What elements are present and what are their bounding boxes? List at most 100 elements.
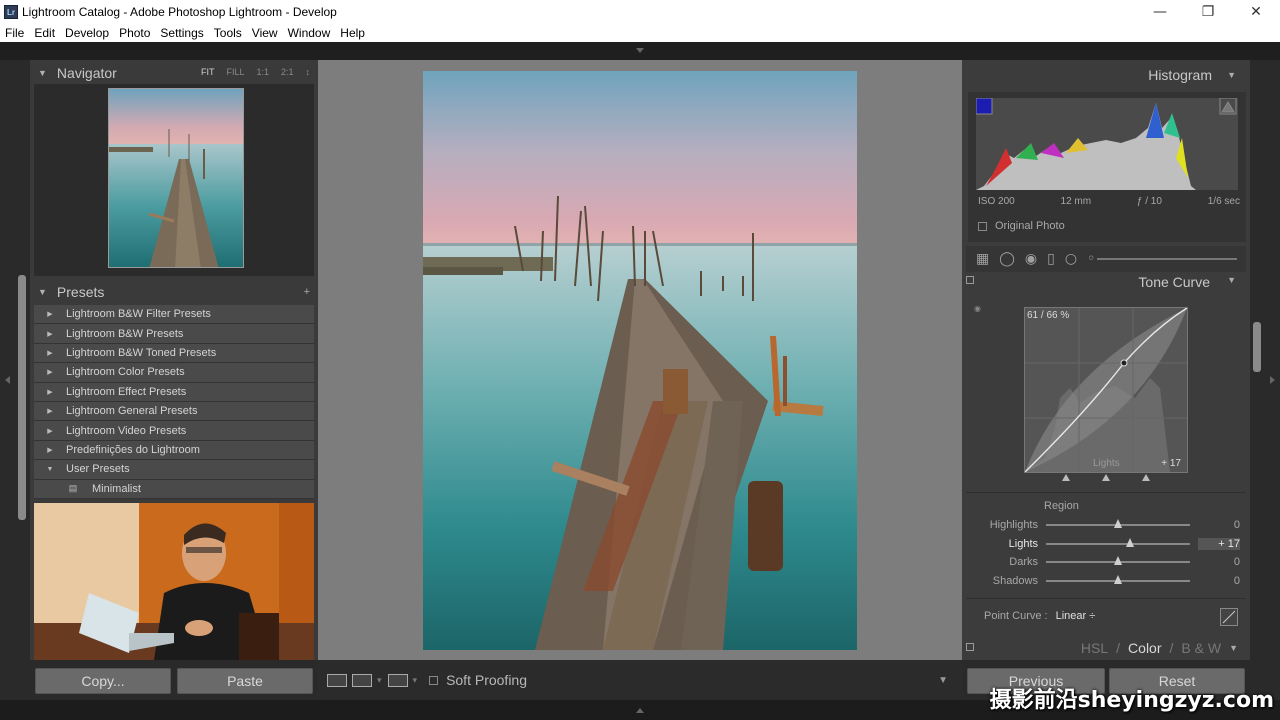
adjustment-brush-icon[interactable]: ◦ — [1087, 251, 1095, 267]
lights-slider[interactable]: Lights + 17 — [970, 535, 1242, 553]
menu-edit[interactable]: Edit — [29, 26, 60, 40]
tone-curve-graph[interactable]: 61 / 66 % Lights + 17 — [1024, 307, 1188, 473]
slider-track[interactable] — [1046, 519, 1190, 528]
split-point-handle[interactable] — [1102, 474, 1110, 481]
slider-track[interactable] — [1046, 538, 1190, 547]
panel-switch-icon[interactable] — [966, 643, 974, 651]
preset-item-minimalist[interactable]: ▤ Minimalist — [34, 479, 314, 499]
tab-color[interactable]: Color — [1128, 640, 1161, 656]
collapse-triangle-icon[interactable]: ▼ — [38, 68, 47, 78]
preset-folder[interactable]: ▶ Lightroom General Presets — [34, 401, 314, 422]
slider-thumb[interactable] — [1126, 538, 1135, 547]
expand-arrow-icon[interactable]: ▶ — [34, 407, 66, 415]
top-panel-strip[interactable] — [0, 42, 1280, 60]
slider-track[interactable] — [1046, 575, 1190, 584]
menu-window[interactable]: Window — [283, 26, 336, 40]
zoom-fit[interactable]: FIT — [201, 67, 215, 77]
preset-folder[interactable]: ▶ Lightroom B&W Presets — [34, 324, 314, 344]
collapse-triangle-icon[interactable]: ▼ — [38, 287, 47, 297]
close-button[interactable]: ✕ — [1232, 0, 1280, 24]
expand-arrow-icon[interactable]: ▶ — [34, 427, 66, 435]
main-photo[interactable] — [423, 71, 857, 650]
preset-folder[interactable]: ▶ Predefinições do Lightroom — [34, 440, 314, 461]
panel-switch-icon[interactable] — [966, 276, 974, 284]
tab-hsl[interactable]: HSL — [1081, 640, 1108, 656]
point-curve-select[interactable]: Linear ÷ — [1056, 610, 1096, 622]
expand-arrow-icon[interactable]: ▶ — [34, 330, 66, 338]
slider-thumb[interactable] — [1114, 575, 1122, 584]
zoom-menu-icon[interactable]: ↕ — [306, 67, 311, 77]
slider-value[interactable]: + 17 — [1198, 538, 1240, 550]
toolbar-menu-icon[interactable]: ▼ — [938, 675, 948, 686]
zoom-1-1[interactable]: 1:1 — [256, 67, 269, 77]
graduated-filter-icon[interactable]: ▯ — [1047, 251, 1055, 267]
collapse-right-panel-icon[interactable] — [1270, 376, 1275, 384]
zoom-2-1[interactable]: 2:1 — [281, 67, 294, 77]
collapse-triangle-icon[interactable]: ▼ — [1227, 70, 1236, 80]
presets-header[interactable]: ▼ Presets + — [30, 279, 318, 305]
preset-folder[interactable]: ▶ Lightroom Effect Presets — [34, 382, 314, 402]
photo-canvas[interactable] — [318, 60, 962, 660]
navigator-preview[interactable] — [34, 84, 314, 276]
darks-slider[interactable]: Darks 0 — [970, 553, 1242, 571]
loupe-view-icon[interactable] — [327, 673, 347, 687]
expand-arrow-icon[interactable]: ▶ — [34, 310, 66, 318]
right-scrollbar[interactable] — [1253, 322, 1261, 372]
split-point-handle[interactable] — [1142, 474, 1150, 481]
preset-folder[interactable]: ▶ Lightroom B&W Toned Presets — [34, 343, 314, 364]
restore-button[interactable]: ❐ — [1184, 0, 1232, 24]
menu-view[interactable]: View — [247, 26, 283, 40]
edit-point-curve-icon[interactable] — [1220, 608, 1238, 626]
split-point-handle[interactable] — [1062, 474, 1070, 481]
left-scrollbar[interactable] — [18, 275, 26, 520]
expand-arrow-icon[interactable]: ▶ — [34, 446, 66, 454]
original-photo-checkbox[interactable] — [978, 221, 987, 231]
shadows-slider[interactable]: Shadows 0 — [970, 572, 1242, 590]
tone-curve-title[interactable]: Tone Curve — [1138, 274, 1210, 290]
minimize-button[interactable]: — — [1136, 0, 1184, 24]
slider-value[interactable]: 0 — [1198, 556, 1240, 568]
brush-slider[interactable] — [1097, 258, 1238, 260]
menu-file[interactable]: File — [0, 26, 29, 40]
menu-tools[interactable]: Tools — [209, 26, 247, 40]
before-after-icon[interactable] — [352, 673, 372, 687]
expand-arrow-icon[interactable]: ▶ — [34, 388, 66, 396]
slider-value[interactable]: 0 — [1198, 519, 1240, 531]
slider-thumb[interactable] — [1114, 556, 1122, 565]
soft-proofing-checkbox[interactable] — [429, 675, 439, 685]
menu-help[interactable]: Help — [335, 26, 370, 40]
dropdown-arrow-icon[interactable]: ▾ — [377, 675, 382, 686]
menu-develop[interactable]: Develop — [60, 26, 114, 40]
preset-folder[interactable]: ▶ Lightroom Color Presets — [34, 363, 314, 383]
radial-filter-icon[interactable]: ○ — [1065, 251, 1077, 267]
red-eye-icon[interactable]: ◉ — [1025, 251, 1037, 267]
collapse-triangle-icon[interactable]: ▼ — [1227, 275, 1236, 285]
spot-removal-icon[interactable]: ◯ — [999, 251, 1015, 267]
expand-arrow-icon[interactable]: ▶ — [34, 349, 66, 357]
collapse-left-panel-icon[interactable] — [5, 376, 10, 384]
tab-bw[interactable]: B & W — [1181, 640, 1221, 656]
highlights-slider[interactable]: Highlights 0 — [970, 516, 1242, 534]
preset-folder[interactable]: ▶ Lightroom Video Presets — [34, 421, 314, 441]
right-panel-edge[interactable] — [1250, 60, 1280, 700]
paste-button[interactable]: Paste — [177, 668, 313, 694]
navigator-thumbnail[interactable] — [108, 88, 244, 268]
menu-settings[interactable]: Settings — [155, 26, 208, 40]
collapse-triangle-icon[interactable]: ▼ — [1229, 643, 1238, 653]
zoom-fill[interactable]: FILL — [226, 67, 244, 77]
preset-folder[interactable]: ▶ Lightroom B&W Filter Presets — [34, 305, 314, 325]
target-adjust-icon[interactable]: ◉ — [974, 304, 981, 313]
histogram-title[interactable]: Histogram — [1148, 67, 1212, 83]
yy-view-icon[interactable] — [387, 673, 408, 687]
collapse-arrow-icon[interactable]: ▼ — [34, 466, 66, 473]
menu-photo[interactable]: Photo — [114, 26, 155, 40]
dropdown-arrow-icon[interactable]: ▾ — [413, 675, 418, 686]
add-preset-icon[interactable]: + — [304, 286, 310, 298]
collapse-top-panel-icon[interactable] — [636, 48, 644, 53]
slider-thumb[interactable] — [1114, 519, 1122, 528]
slider-track[interactable] — [1046, 556, 1190, 565]
expand-arrow-icon[interactable]: ▶ — [34, 368, 66, 376]
navigator-header[interactable]: ▼ Navigator FIT FILL 1:1 2:1 ↕ — [30, 60, 318, 86]
copy-button[interactable]: Copy... — [35, 668, 171, 694]
preset-folder-user[interactable]: ▼ User Presets — [34, 460, 314, 480]
